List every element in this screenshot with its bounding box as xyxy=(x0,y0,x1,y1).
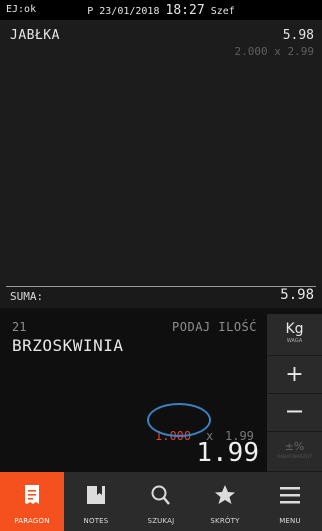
tab-skroty-label: SKRÓTY xyxy=(210,517,240,525)
side-buttons: Kg WAGA + − ±% RABAT/NARZUT xyxy=(267,314,322,472)
tab-szukaj-label: SZUKAJ xyxy=(147,517,175,525)
menu-icon xyxy=(258,484,322,506)
tab-paragon-label: PARAGON xyxy=(14,517,50,525)
increment-button[interactable]: + xyxy=(267,356,322,394)
weight-button-sub: WAGA xyxy=(286,338,303,344)
tab-menu-label: MENU xyxy=(279,517,301,525)
sum-label: SUMA: xyxy=(10,290,44,303)
status-user: Szef xyxy=(210,6,235,17)
entry-prompt: PODAJ ILOŚĆ xyxy=(172,320,257,334)
receipt-icon xyxy=(0,484,64,506)
entry-product-name: BRZOSKWINIA xyxy=(12,336,124,355)
weight-button[interactable]: Kg WAGA xyxy=(267,314,322,356)
bottom-nav: PARAGON NOTES SZUKAJ SKRÓTY MENU xyxy=(0,472,322,531)
search-icon xyxy=(129,484,193,506)
tab-paragon[interactable]: PARAGON xyxy=(0,472,64,531)
tab-notes[interactable]: NOTES xyxy=(64,472,128,531)
tab-skroty[interactable]: SKRÓTY xyxy=(193,472,257,531)
discount-button-sub: RABAT/NARZUT xyxy=(277,455,312,460)
status-bar: EJ:ok P 23/01/2018 18:27 Szef xyxy=(0,0,322,20)
plu-number: 21 xyxy=(12,320,27,334)
sum-value: 5.98 xyxy=(280,287,314,303)
tab-menu[interactable]: MENU xyxy=(258,472,322,531)
star-icon xyxy=(193,484,257,506)
tab-notes-label: NOTES xyxy=(83,517,109,525)
sum-divider xyxy=(6,286,316,287)
annotation-ring xyxy=(147,403,211,437)
status-time: 18:27 xyxy=(165,3,205,18)
weight-button-label: Kg xyxy=(285,321,304,337)
receipt-item-price: 5.98 xyxy=(282,28,314,43)
status-date: 23/01/2018 xyxy=(99,6,160,17)
decrement-button[interactable]: − xyxy=(267,394,322,432)
receipt-item-detail: 2.000 x 2.99 xyxy=(234,45,314,58)
discount-button-label: ±% xyxy=(284,440,305,453)
datetime-user: P 23/01/2018 18:27 Szef xyxy=(0,3,322,18)
status-prefix: P xyxy=(87,6,94,17)
notebook-icon xyxy=(64,484,128,506)
entry-total: 1.99 xyxy=(196,438,259,468)
entry-panel[interactable]: 21 PODAJ ILOŚĆ BRZOSKWINIA 1.000 x 1.99 … xyxy=(0,314,267,472)
receipt-list[interactable]: JABŁKA 5.98 2.000 x 2.99 xyxy=(0,20,322,285)
discount-button[interactable]: ±% RABAT/NARZUT xyxy=(267,432,322,472)
tab-szukaj[interactable]: SZUKAJ xyxy=(129,472,193,531)
receipt-item-name: JABŁKA xyxy=(10,28,60,43)
